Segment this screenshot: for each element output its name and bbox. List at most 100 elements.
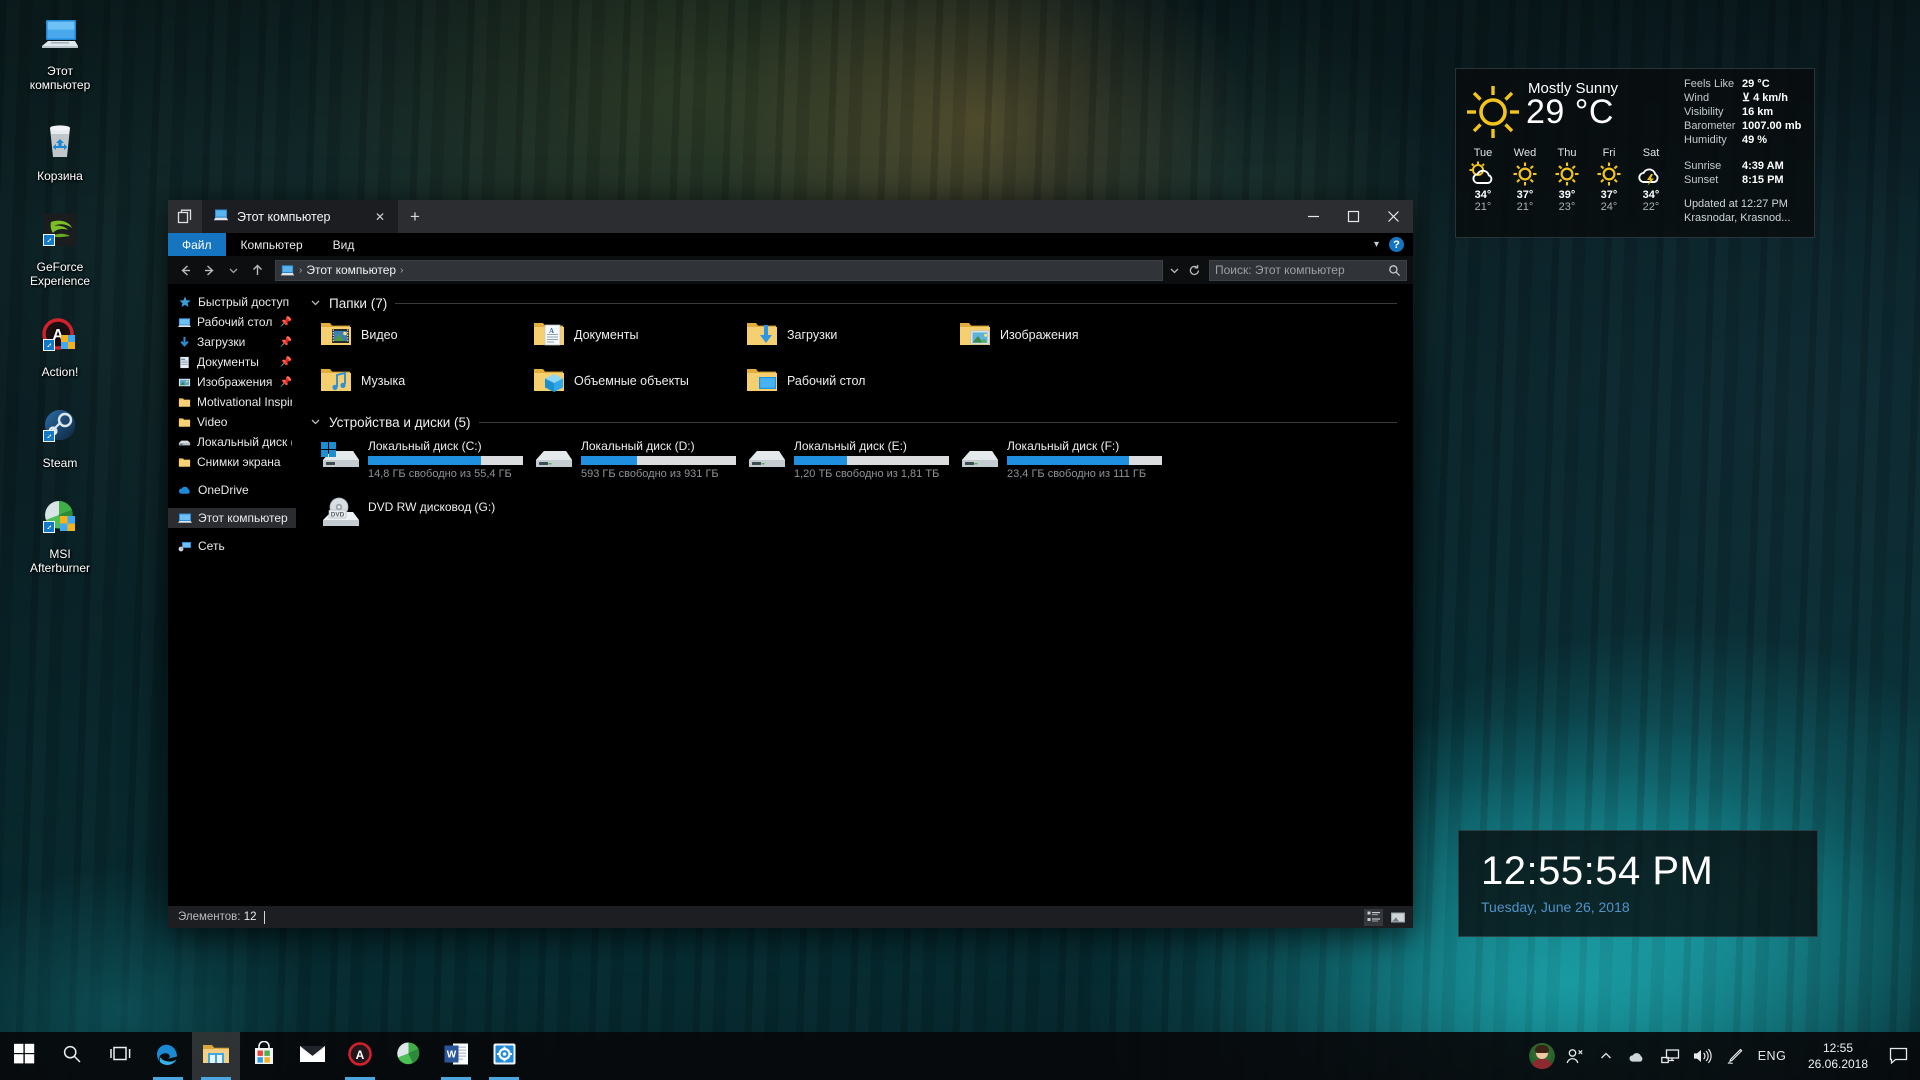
people-icon[interactable]: [1558, 1032, 1590, 1080]
taskbar-clock[interactable]: 12:55 26.06.2018: [1794, 1032, 1882, 1080]
breadcrumb-this-pc[interactable]: Этот компьютер: [306, 263, 396, 277]
titlebar-drag-area[interactable]: [432, 200, 1293, 233]
tab-file[interactable]: Файл: [168, 233, 226, 256]
network-tray-icon[interactable]: [1654, 1032, 1686, 1080]
desktop-icon-geforce-experience[interactable]: GeForce Experience: [11, 204, 109, 291]
forecast-high: 37°: [1600, 189, 1618, 201]
show-hidden-icons-chevron[interactable]: [1590, 1032, 1622, 1080]
folder-item-video[interactable]: Видео: [320, 319, 533, 351]
details-view-icon[interactable]: [1388, 909, 1407, 926]
chevron-down-icon[interactable]: ▾: [1374, 239, 1379, 250]
maximize-button[interactable]: [1333, 200, 1373, 233]
onedrive-tray-icon[interactable]: [1622, 1032, 1654, 1080]
recent-locations-button[interactable]: [222, 259, 244, 281]
drive-free-space: 1,20 ТБ свободно из 1,81 ТБ: [794, 468, 940, 480]
explorer-tab[interactable]: Этот компьютер ✕: [202, 200, 398, 233]
sidebar-item-desktop[interactable]: Рабочий стол 📌: [168, 312, 296, 332]
folders-group-header[interactable]: Папки (7): [310, 296, 1413, 311]
desktop-icon-label: Steam: [42, 456, 78, 470]
drive-icon: [959, 438, 999, 475]
sidebar-item-onedrive[interactable]: OneDrive: [168, 480, 296, 500]
drive-item-f[interactable]: Локальный диск (F:) 23,4 ГБ свободно из …: [959, 438, 1172, 480]
folder-item-documents[interactable]: A Документы: [533, 319, 746, 351]
folder-item-desktop[interactable]: Рабочий стол: [746, 365, 959, 397]
forward-button[interactable]: [198, 259, 220, 281]
sidebar-item-quick-access[interactable]: Быстрый доступ: [168, 292, 296, 312]
taskbar-app-display-settings[interactable]: [480, 1032, 528, 1080]
sidebar-item-video[interactable]: Video: [168, 412, 296, 432]
explorer-content[interactable]: Папки (7) Видео A Документы Загрузки Изо…: [296, 284, 1413, 906]
search-icon[interactable]: [1388, 264, 1401, 277]
folder-item-pictures[interactable]: Изображения: [959, 319, 1172, 351]
file-explorer-window[interactable]: Этот компьютер ✕ + Файл Компьютер Вид ▾ …: [168, 200, 1413, 928]
system-drive-icon: [320, 438, 360, 475]
taskbar-app-mail[interactable]: [288, 1032, 336, 1080]
folder-item-music[interactable]: Музыка: [320, 365, 533, 397]
refresh-button[interactable]: [1185, 264, 1203, 277]
sidebar-item-network[interactable]: Сеть: [168, 536, 296, 556]
pin-icon[interactable]: 📌: [280, 337, 292, 348]
drives-group-header[interactable]: Устройства и диски (5): [310, 415, 1413, 430]
start-button[interactable]: [0, 1032, 48, 1080]
pen-tray-icon[interactable]: [1718, 1032, 1750, 1080]
breadcrumb-separator[interactable]: ›: [400, 265, 403, 276]
desktop-icon-msi-afterburner[interactable]: MSI Afterburner: [11, 491, 109, 578]
taskbar[interactable]: A W ENG 12:55 26.06.2018: [0, 1032, 1920, 1080]
sidebar-item-pictures[interactable]: Изображения 📌: [168, 372, 296, 392]
help-icon[interactable]: ?: [1389, 237, 1404, 252]
up-button[interactable]: [246, 259, 268, 281]
desktop-icon-action[interactable]: A Action!: [11, 309, 109, 382]
pin-icon[interactable]: 📌: [280, 377, 292, 388]
drive-info: Локальный диск (D:) 593 ГБ свободно из 9…: [581, 438, 736, 480]
sidebar-item-screenshots[interactable]: Снимки экрана: [168, 452, 296, 472]
drive-item-dvd[interactable]: DVD DVD RW дисковод (G:): [320, 496, 533, 533]
ribbon-right-controls: ▾ ?: [1374, 233, 1413, 256]
folder-item-downloads[interactable]: Загрузки: [746, 319, 959, 351]
weather-gadget[interactable]: Mostly Sunny 29 °C Tue 34° 21° Wed 37° 2…: [1455, 68, 1815, 238]
chevron-down-icon[interactable]: [310, 297, 321, 311]
taskbar-app-file-explorer[interactable]: [192, 1032, 240, 1080]
new-tab-button[interactable]: +: [398, 200, 432, 233]
clock-gadget[interactable]: 12:55:54 PM Tuesday, June 26, 2018: [1458, 830, 1818, 937]
forecast-low: 24°: [1600, 201, 1618, 213]
drive-item-e[interactable]: Локальный диск (E:) 1,20 ТБ свободно из …: [746, 438, 959, 480]
sidebar-item-downloads[interactable]: Загрузки 📌: [168, 332, 296, 352]
breadcrumb[interactable]: › Этот компьютер ›: [275, 259, 1163, 281]
user-avatar[interactable]: [1526, 1032, 1558, 1080]
close-tab-button[interactable]: ✕: [370, 207, 390, 227]
tab-computer[interactable]: Компьютер: [226, 233, 318, 256]
sidebar-item-local-disk-d[interactable]: Локальный диск (D: [168, 432, 296, 452]
close-button[interactable]: [1373, 200, 1413, 233]
chevron-down-icon[interactable]: [310, 416, 321, 430]
window-titlebar[interactable]: Этот компьютер ✕ +: [168, 200, 1413, 233]
folder-item-3d-objects[interactable]: Объемные объекты: [533, 365, 746, 397]
address-dropdown-button[interactable]: [1165, 265, 1183, 276]
sidebar-item-this-pc[interactable]: Этот компьютер: [168, 508, 296, 528]
drive-item-c[interactable]: Локальный диск (C:) 14,8 ГБ свободно из …: [320, 438, 533, 480]
pin-icon[interactable]: 📌: [280, 357, 292, 368]
tab-view[interactable]: Вид: [318, 233, 370, 256]
taskbar-app-word[interactable]: W: [432, 1032, 480, 1080]
action-center-button[interactable]: [1882, 1032, 1916, 1080]
back-button[interactable]: [174, 259, 196, 281]
tiles-view-icon[interactable]: [1364, 908, 1383, 926]
minimize-button[interactable]: [1293, 200, 1333, 233]
taskbar-app-microsoft-store[interactable]: [240, 1032, 288, 1080]
sidebar-item-documents[interactable]: Документы 📌: [168, 352, 296, 372]
desktop-icon-this-pc[interactable]: Этот компьютер: [11, 8, 109, 95]
taskbar-app-msi-afterburner[interactable]: [384, 1032, 432, 1080]
tab-stack-icon[interactable]: [168, 200, 202, 233]
search-input[interactable]: Поиск: Этот компьютер: [1209, 259, 1407, 281]
sidebar-item-motivational-inspire[interactable]: Motivational Inspire: [168, 392, 296, 412]
drive-item-d[interactable]: Локальный диск (D:) 593 ГБ свободно из 9…: [533, 438, 746, 480]
desktop-icon-recycle-bin[interactable]: Корзина: [11, 113, 109, 186]
task-view-button[interactable]: [96, 1032, 144, 1080]
search-button[interactable]: [48, 1032, 96, 1080]
pin-icon[interactable]: 📌: [280, 317, 292, 328]
taskbar-app-edge[interactable]: [144, 1032, 192, 1080]
desktop-icon-steam[interactable]: Steam: [11, 400, 109, 473]
breadcrumb-separator[interactable]: ›: [299, 265, 302, 276]
volume-tray-icon[interactable]: [1686, 1032, 1718, 1080]
taskbar-app-action[interactable]: A: [336, 1032, 384, 1080]
language-indicator[interactable]: ENG: [1750, 1032, 1794, 1080]
